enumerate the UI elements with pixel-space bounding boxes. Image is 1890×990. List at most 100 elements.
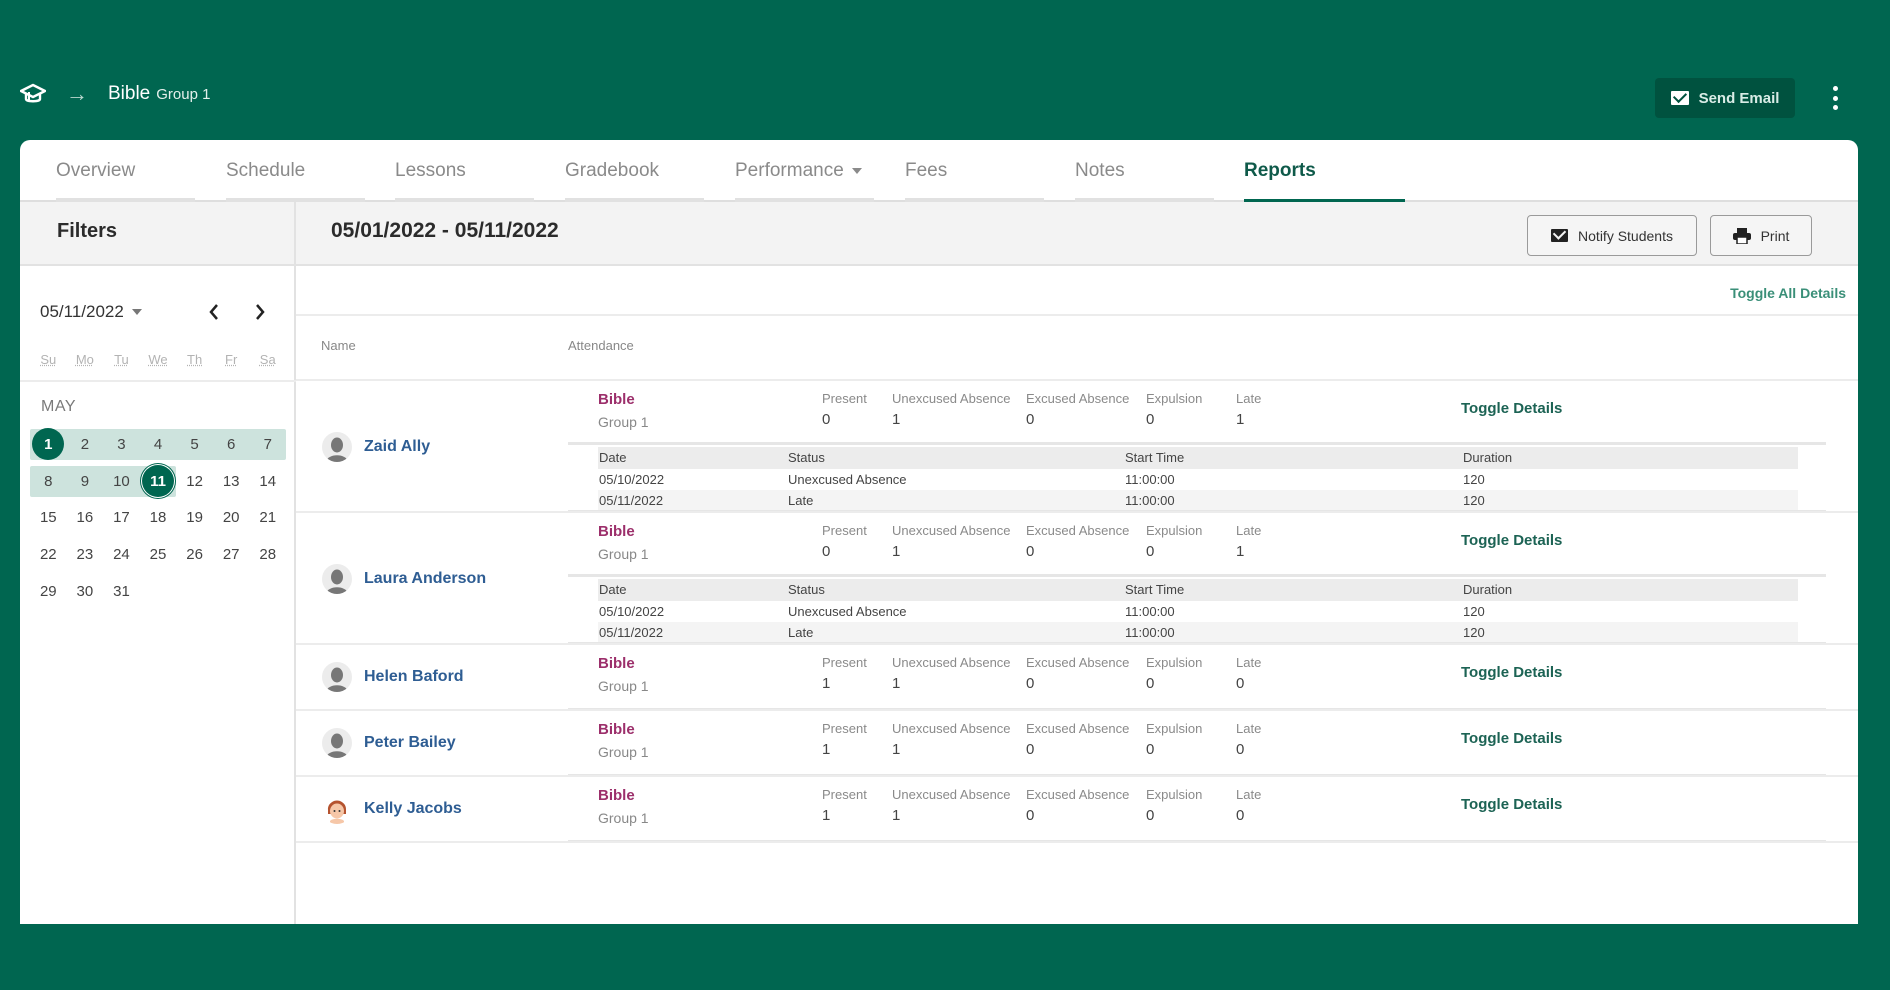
calendar-day[interactable]: 10: [103, 463, 140, 500]
calendar-day[interactable]: 23: [67, 536, 104, 573]
calendar-day[interactable]: 18: [140, 499, 177, 536]
calendar-day[interactable]: 8: [30, 463, 67, 500]
calendar-day[interactable]: 2: [67, 426, 104, 463]
subject-link[interactable]: Bible: [598, 655, 635, 672]
breadcrumb: → Bible Group 1: [20, 83, 210, 105]
student-name-link[interactable]: Zaid Ally: [364, 438, 430, 456]
student-identity: Laura Anderson: [322, 564, 486, 594]
day-number: 18: [149, 509, 167, 527]
detail-duration: 120: [1463, 493, 1485, 508]
tab-lessons[interactable]: Lessons: [359, 140, 534, 202]
calendar-day[interactable]: 17: [103, 499, 140, 536]
tab-fees[interactable]: Fees: [869, 140, 1044, 202]
day-number: 22: [39, 545, 57, 563]
report-header: 05/01/2022 - 05/11/2022 Notify Students …: [296, 202, 1858, 266]
tab-gradebook[interactable]: Gradebook: [529, 140, 704, 202]
student-name-link[interactable]: Helen Baford: [364, 668, 464, 686]
calendar-day[interactable]: 30: [67, 573, 104, 610]
stat-present: Present 0: [822, 523, 867, 560]
caret-down-icon: [131, 309, 142, 315]
toggle-all-details-link[interactable]: Toggle All Details: [1730, 285, 1846, 301]
day-number: 3: [117, 435, 126, 453]
detail-start-time: 11:00:00: [1125, 603, 1175, 619]
toggle-details-link[interactable]: Toggle Details: [1461, 532, 1562, 549]
subject-link[interactable]: Bible: [598, 721, 635, 738]
student-name-link[interactable]: Kelly Jacobs: [364, 800, 462, 818]
weekday-header: Su Mo Tu We Th Fr Sa: [30, 352, 286, 367]
stat-label: Late: [1236, 787, 1262, 802]
subject-link[interactable]: Bible: [598, 787, 635, 804]
calendar-day[interactable]: 31: [103, 573, 140, 610]
prev-month-button[interactable]: [202, 300, 226, 324]
calendar-day[interactable]: 24: [103, 536, 140, 573]
weekday-label: Sa: [259, 352, 276, 367]
calendar-day[interactable]: 16: [67, 499, 104, 536]
student-name-link[interactable]: Peter Bailey: [364, 734, 456, 752]
date-picker-dropdown[interactable]: 05/11/2022: [40, 302, 142, 322]
calendar-day[interactable]: 29: [30, 573, 67, 610]
stat-value: 0: [1026, 675, 1035, 692]
calendar-day[interactable]: 19: [176, 499, 213, 536]
arrow-right-icon: →: [66, 81, 88, 106]
calendar-day[interactable]: 15: [30, 499, 67, 536]
tab-performance[interactable]: Performance: [699, 140, 874, 202]
calendar-day[interactable]: 11: [140, 463, 177, 500]
printer-icon: [1732, 227, 1751, 244]
calendar-day[interactable]: 26: [176, 536, 213, 573]
calendar-day[interactable]: 13: [213, 463, 250, 500]
detail-row: 05/11/2022 Late 11:00:00 120: [598, 490, 1798, 512]
notify-students-button[interactable]: Notify Students: [1527, 215, 1697, 256]
stat-label: Present: [822, 787, 867, 802]
detail-header-date: Date: [599, 450, 627, 465]
calendar-day[interactable]: 7: [249, 426, 286, 463]
weekday-label: Su: [40, 352, 57, 367]
student-name-link[interactable]: Laura Anderson: [364, 570, 486, 588]
print-button[interactable]: Print: [1710, 215, 1812, 256]
send-email-button[interactable]: Send Email: [1655, 78, 1795, 118]
toggle-details-link[interactable]: Toggle Details: [1461, 664, 1562, 681]
calendar-day[interactable]: 22: [30, 536, 67, 573]
tab-schedule[interactable]: Schedule: [190, 140, 365, 202]
group-label: Group 1: [598, 678, 649, 694]
next-month-button[interactable]: [248, 300, 272, 324]
tab-overview[interactable]: Overview: [20, 140, 195, 202]
stat-value: 0: [822, 543, 831, 560]
day-number: 10: [113, 472, 130, 490]
stat-value: 1: [892, 411, 901, 428]
calendar-day[interactable]: 21: [249, 499, 286, 536]
calendar-day[interactable]: 1: [30, 426, 67, 463]
calendar-day[interactable]: 28: [249, 536, 286, 573]
tab-reports[interactable]: Reports: [1208, 140, 1405, 204]
calendar-day[interactable]: 9: [67, 463, 104, 500]
stat-label: Excused Absence: [1026, 391, 1130, 406]
top-header: → Bible Group 1 Send Email: [0, 0, 1890, 140]
stat-label: Present: [822, 655, 867, 670]
kebab-menu-icon[interactable]: [1830, 86, 1840, 110]
stat-label: Unexcused Absence: [892, 391, 1011, 406]
subject-link[interactable]: Bible: [598, 523, 635, 540]
calendar-day[interactable]: 27: [213, 536, 250, 573]
calendar-day[interactable]: 20: [213, 499, 250, 536]
stat-late: Late 0: [1236, 721, 1261, 758]
toggle-details-link[interactable]: Toggle Details: [1461, 730, 1562, 747]
tab-notes[interactable]: Notes: [1039, 140, 1214, 202]
toggle-details-link[interactable]: Toggle Details: [1461, 796, 1562, 813]
calendar-day[interactable]: 12: [176, 463, 213, 500]
calendar-day[interactable]: 25: [140, 536, 177, 573]
stat-excused: Excused Absence 0: [1026, 523, 1129, 560]
calendar-day[interactable]: 14: [249, 463, 286, 500]
detail-header-row: Date Status Start Time Duration: [598, 579, 1798, 601]
detail-header-row: Date Status Start Time Duration: [598, 447, 1798, 469]
day-number: 17: [113, 509, 130, 527]
calendar-day[interactable]: 4: [140, 426, 177, 463]
calendar-day[interactable]: 6: [213, 426, 250, 463]
graduation-cap-icon[interactable]: [20, 83, 46, 105]
subject-link[interactable]: Bible: [598, 391, 635, 408]
calendar-day[interactable]: 3: [103, 426, 140, 463]
group-label: Group 1: [598, 414, 649, 430]
attendance-summary: Bible Group 1 Present 1 Unexcused Absence 1 Ex…: [568, 721, 1826, 777]
calendar-day[interactable]: 5: [176, 426, 213, 463]
toggle-details-link[interactable]: Toggle Details: [1461, 400, 1562, 417]
detail-row: 05/11/2022 Late 11:00:00 120: [598, 622, 1798, 644]
stat-value: 1: [892, 741, 901, 758]
